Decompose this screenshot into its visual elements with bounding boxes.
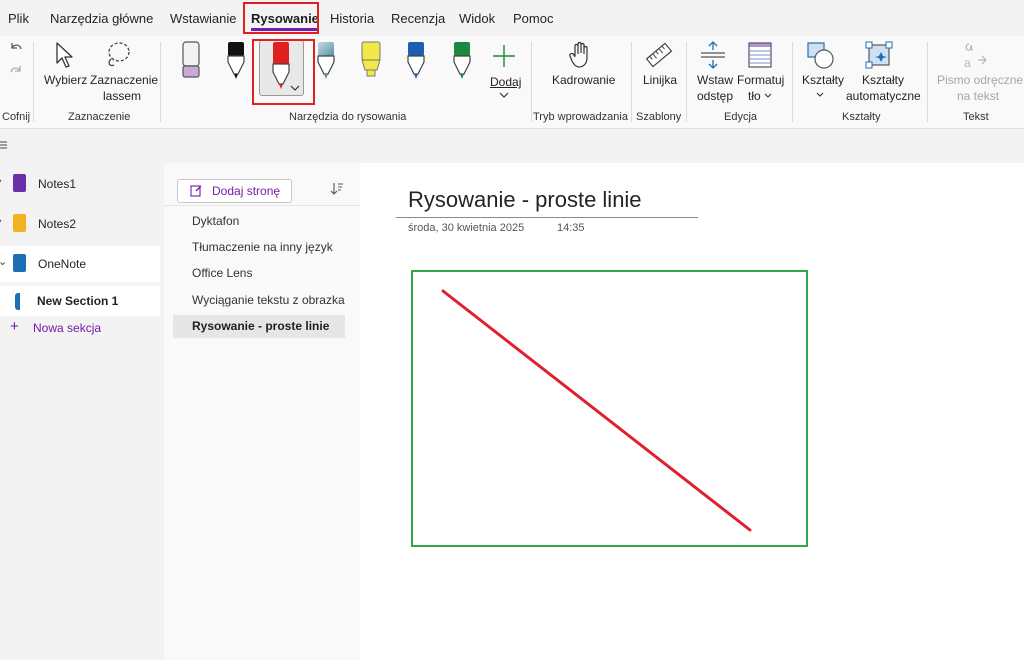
page-item[interactable]: Wyciąganie tekstu z obrazka — [173, 289, 345, 312]
hand-pan-icon[interactable] — [568, 40, 594, 70]
auto-shapes-label-2[interactable]: automatyczne — [846, 88, 921, 104]
ink-to-text-label-1: Pismo odręczne — [937, 73, 1024, 87]
section-color-tab — [15, 293, 20, 310]
page-item-selected[interactable]: Rysowanie - proste linie — [173, 315, 345, 338]
notebook-label: Notes2 — [38, 217, 77, 231]
group-stencils-label: Szablony — [636, 111, 682, 123]
shapes-icon[interactable] — [805, 40, 835, 70]
insert-space-label-1[interactable]: Wstaw — [697, 72, 733, 88]
separator — [792, 42, 793, 122]
section-item-new-section-1[interactable]: New Section 1 — [0, 286, 160, 316]
group-edit-label: Edycja — [724, 111, 758, 123]
notebook-label: Notes1 — [38, 177, 77, 191]
notebook-icon — [13, 174, 26, 192]
chevron-down-icon[interactable] — [499, 92, 509, 98]
add-page-label: Dodaj stronę — [212, 184, 281, 198]
separator — [631, 42, 632, 122]
separator — [927, 42, 928, 122]
eraser-icon[interactable] — [179, 40, 203, 80]
shapes-button[interactable]: Kształty — [802, 72, 844, 88]
group-input-mode-label: Tryb wprowadzania — [533, 111, 628, 123]
notebook-pane: › Notes1 › Notes2 ⌄ OneNote New Section … — [0, 163, 164, 660]
blue-pen-icon[interactable] — [404, 40, 428, 82]
group-shapes-label: Kształty — [842, 111, 881, 123]
separator — [531, 42, 532, 122]
divider — [164, 205, 360, 206]
group-text-label: Tekst — [963, 111, 989, 123]
lasso-label-2[interactable]: lassem — [103, 88, 141, 104]
menu-view[interactable]: Widok — [459, 0, 495, 36]
group-selection-label: Zaznaczenie — [68, 111, 131, 123]
notebook-item-notes1[interactable]: › Notes1 — [0, 166, 160, 202]
ink-stroke-line[interactable] — [360, 163, 1024, 660]
menu-bar: Plik Narzędzia główne Wstawianie Rysowan… — [0, 0, 1024, 36]
page-item[interactable]: Dyktafon — [173, 210, 345, 233]
ruler-icon[interactable] — [644, 40, 674, 70]
menu-review[interactable]: Recenzja — [391, 0, 445, 36]
notebook-item-notes2[interactable]: › Notes2 — [0, 206, 160, 242]
black-pen-icon[interactable] — [224, 40, 248, 82]
page-item[interactable]: Office Lens — [173, 262, 345, 285]
group-undo-label: Cofnij — [2, 111, 31, 123]
chevron-down-icon[interactable] — [764, 93, 772, 99]
sort-icon[interactable] — [330, 182, 344, 196]
separator — [160, 42, 161, 122]
draw-tab-highlight — [243, 2, 319, 34]
new-section-button[interactable]: + Nowa sekcja — [10, 319, 160, 339]
select-cursor-icon[interactable] — [52, 41, 76, 69]
select-button[interactable]: Wybierz — [44, 72, 87, 88]
plus-icon: + — [10, 318, 19, 335]
format-background-label-1[interactable]: Formatuj — [737, 72, 784, 88]
redo-icon[interactable] — [8, 63, 24, 79]
new-section-label: Nowa sekcja — [33, 321, 102, 335]
panning-button[interactable]: Kadrowanie — [552, 72, 615, 88]
add-pen-button[interactable]: Dodaj — [490, 74, 521, 90]
hamburger-icon[interactable] — [0, 141, 8, 149]
page-item[interactable]: Tłumaczenie na inny język — [173, 236, 345, 259]
separator — [33, 42, 34, 122]
add-page-button[interactable]: Dodaj stronę — [177, 179, 292, 203]
galaxy-pen-icon[interactable] — [314, 40, 338, 82]
auto-shapes-icon[interactable] — [864, 40, 894, 70]
menu-home[interactable]: Narzędzia główne — [50, 0, 153, 36]
chevron-right-icon[interactable]: › — [0, 175, 2, 187]
ink-to-text-label-2: na tekst — [957, 89, 1000, 103]
format-background-label-2[interactable]: tło — [748, 88, 761, 104]
menu-help[interactable]: Pomoc — [513, 0, 553, 36]
menu-file[interactable]: Plik — [8, 0, 29, 36]
insert-space-icon[interactable] — [699, 40, 727, 70]
navigation-strip — [0, 129, 1024, 163]
notebook-icon — [13, 214, 26, 232]
insert-space-label-2[interactable]: odstęp — [697, 88, 733, 104]
notebook-icon — [13, 254, 26, 272]
format-background-icon[interactable] — [746, 40, 774, 70]
chevron-right-icon[interactable]: › — [0, 215, 2, 227]
notebook-label: OneNote — [38, 257, 87, 271]
pages-pane: Dodaj stronę Dyktafon Tłumaczenie na inn… — [164, 163, 360, 660]
svg-text:a: a — [964, 56, 971, 70]
lasso-icon[interactable] — [104, 40, 132, 70]
lasso-label-1[interactable]: Zaznaczenie — [90, 72, 158, 88]
ribbon: Cofnij Wybierz Zaznaczenie lassem Zaznac… — [0, 36, 1024, 129]
auto-shapes-label-1[interactable]: Kształty — [862, 72, 904, 88]
edit-page-icon — [190, 185, 202, 197]
selected-pen-highlight — [252, 39, 315, 105]
undo-icon[interactable] — [8, 40, 24, 56]
group-drawing-tools-label: Narzędzia do rysowania — [289, 111, 407, 123]
notebook-item-onenote[interactable]: ⌄ OneNote — [0, 246, 160, 282]
green-pen-icon[interactable] — [450, 40, 474, 82]
menu-history[interactable]: Historia — [330, 0, 374, 36]
separator — [686, 42, 687, 122]
add-pen-icon[interactable] — [490, 42, 518, 70]
chevron-down-icon[interactable]: ⌄ — [0, 255, 7, 268]
page-canvas[interactable]: Rysowanie - proste linie środa, 30 kwiet… — [360, 163, 1024, 660]
section-label: New Section 1 — [37, 294, 119, 308]
yellow-highlighter-icon[interactable] — [358, 40, 384, 82]
ruler-button[interactable]: Linijka — [643, 72, 677, 88]
chevron-down-icon[interactable] — [816, 92, 824, 98]
menu-insert[interactable]: Wstawianie — [170, 0, 236, 36]
ink-to-text-icon: a — [964, 43, 987, 70]
